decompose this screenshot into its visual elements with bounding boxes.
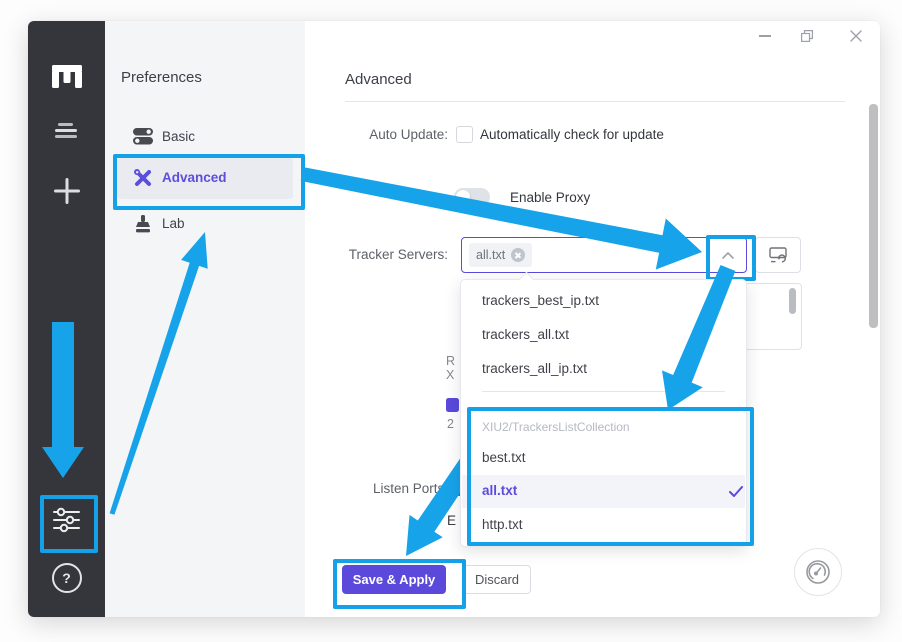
add-task-icon[interactable] [28,178,105,204]
dropdown-item[interactable]: http.txt [482,517,523,532]
dropdown-item[interactable]: best.txt [482,450,526,465]
basic-toggles-icon [133,127,153,150]
restore-icon [801,30,813,42]
auto-update-checkbox-label[interactable]: Automatically check for update [480,127,664,142]
advanced-label: Advanced [162,170,227,185]
sync-icon [769,247,787,264]
dropdown-divider [482,391,725,392]
textarea-scrollbar[interactable] [789,288,796,314]
speedometer-icon [805,559,831,585]
help-glyph: ? [52,563,82,593]
tracker-dropdown: trackers_best_ip.txt trackers_all.txt tr… [460,279,747,547]
hidden-checkbox-fragment [446,398,459,412]
preferences-panel: Preferences Basic [105,21,305,617]
auto-update-checkbox[interactable] [456,126,473,143]
advanced-tools-icon [133,168,153,193]
sync-trackers-button[interactable] [755,237,801,273]
tracker-servers-label: Tracker Servers: [345,247,448,262]
proxy-label: Proxy: [345,190,448,205]
preferences-sliders-icon[interactable] [28,507,105,533]
speed-limit-button[interactable] [794,548,842,596]
sidebar: ? [28,21,105,617]
help-icon[interactable]: ? [28,563,105,593]
dropdown-item-selected-label[interactable]: all.txt [482,483,517,498]
selected-tag: all.txt [469,243,532,267]
lab-label: Lab [162,216,185,231]
motrix-logo-icon [28,65,105,89]
chevron-up-icon[interactable] [722,252,734,259]
dropdown-item[interactable]: trackers_all.txt [482,327,569,342]
dropdown-item[interactable]: trackers_all_ip.txt [482,361,587,376]
dropdown-item[interactable]: trackers_best_ip.txt [482,293,599,308]
proxy-toggle[interactable] [454,188,490,206]
tracker-servers-select[interactable]: all.txt [461,237,747,273]
auto-update-label: Auto Update: [345,127,448,142]
page-title: Advanced [345,71,412,88]
hidden-text-fragment-2: X [446,368,454,382]
restore-button[interactable] [798,27,816,45]
dropdown-group-label: XIU2/TrackersListCollection [482,420,630,434]
hidden-text-fragment-3: 2 [447,417,454,431]
close-button[interactable] [847,27,865,45]
checkmark-icon [729,486,743,497]
toggle-knob [456,190,470,204]
save-apply-button[interactable]: Save & Apply [342,565,446,594]
minimize-button[interactable] [756,27,774,45]
app-window: ? Preferences Basic [28,21,880,617]
tag-close-icon[interactable] [511,248,525,262]
discard-button[interactable]: Discard [463,565,531,594]
lab-stamp-icon [134,215,152,239]
hidden-text-fragment-1: R [446,354,455,368]
sidebar-item-advanced[interactable]: Advanced [117,157,293,199]
selected-tag-label: all.txt [476,248,505,262]
close-icon [850,30,862,42]
basic-label: Basic [162,129,195,144]
proxy-toggle-label: Enable Proxy [510,190,590,205]
minimize-icon [759,35,771,37]
dropdown-notch [519,272,535,288]
listen-ports-label: Listen Ports: [345,481,448,496]
main-scrollbar[interactable] [869,104,878,328]
title-divider [345,101,845,102]
hidden-text-fragment-4: E [447,513,456,528]
panel-title: Preferences [121,69,202,86]
